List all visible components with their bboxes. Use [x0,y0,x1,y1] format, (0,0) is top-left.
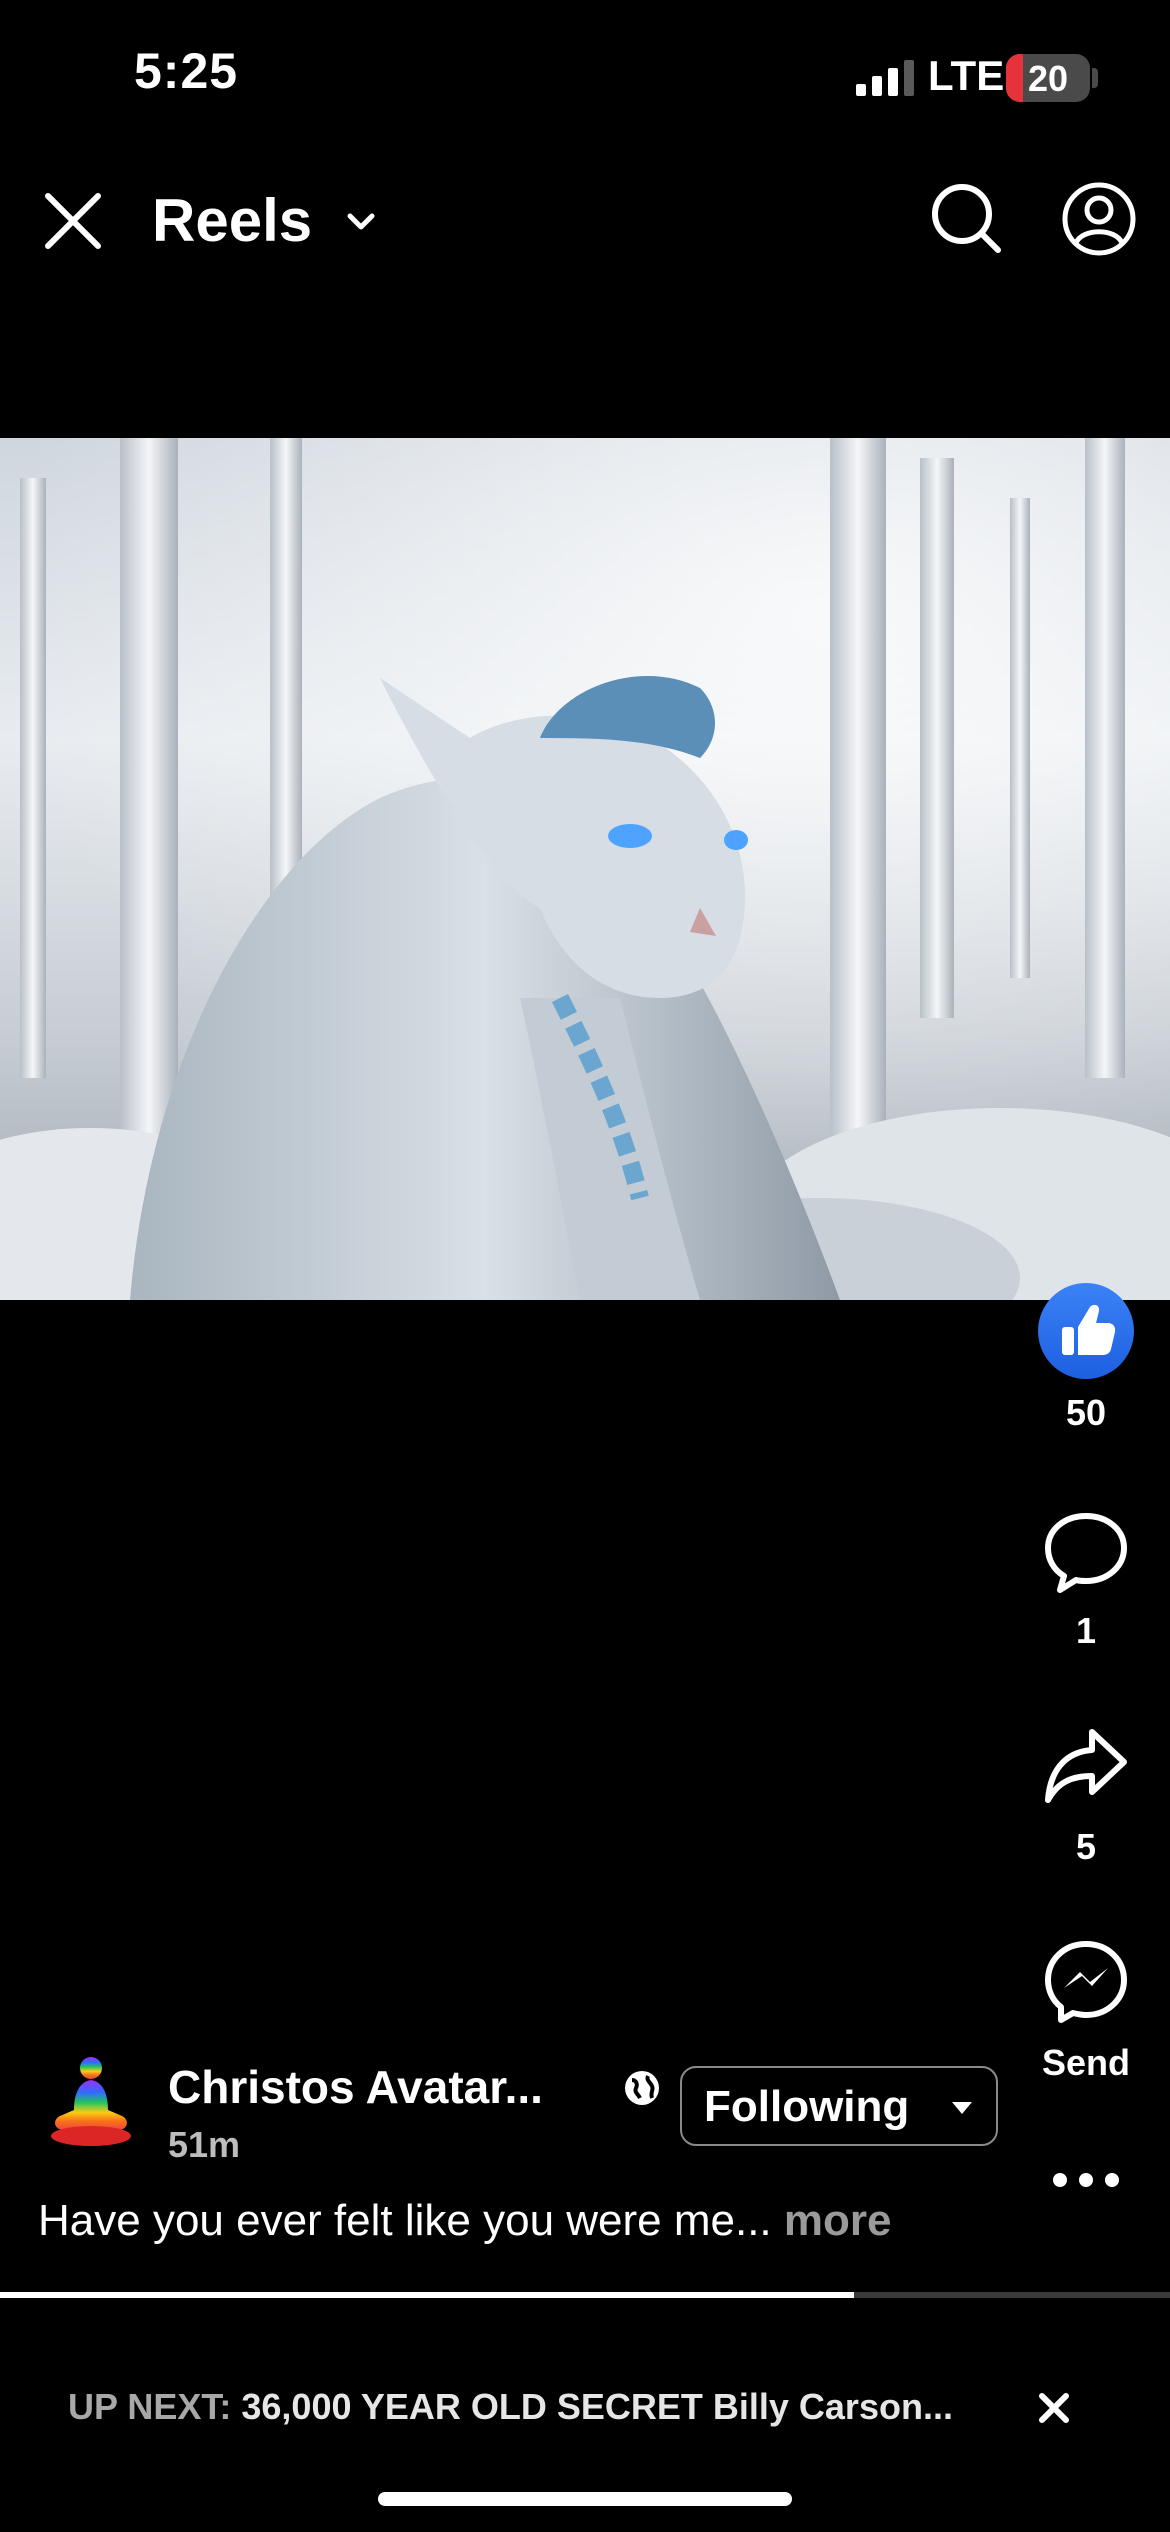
more-options-icon[interactable] [1050,2160,1122,2200]
thumbs-up-icon [1062,1304,1116,1355]
chevron-down-icon[interactable] [344,204,378,238]
comment-count: 1 [1075,1610,1097,1651]
battery-nub [1092,68,1098,88]
following-label: Following [704,2082,910,2131]
meditation-logo [51,2057,131,2146]
caption-text: Have you ever felt like you were me... [38,2196,772,2245]
following-button[interactable]: Following [680,2066,998,2146]
send-label[interactable]: Send [1026,2042,1146,2084]
video-frame [0,438,1170,1300]
page-title[interactable]: Reels [152,186,312,255]
more-link[interactable]: more [784,2196,892,2245]
like-count: 50 [1065,1392,1107,1433]
post-caption[interactable]: Have you ever felt like you were me... m… [38,2196,891,2246]
profile-icon[interactable] [1060,180,1138,258]
video-progress-fill [0,2292,855,2298]
signal-icon [856,60,914,96]
battery-level: 20 [1027,58,1069,99]
up-next-title: 36,000 YEAR OLD SECRET Billy Carson... [241,2386,953,2427]
battery-indicator: 20 [1006,54,1090,102]
video-progress[interactable] [0,2292,1170,2298]
post-time: 51m [168,2124,241,2165]
status-time: 5:25 [134,43,239,99]
share-count: 5 [1075,1826,1097,1867]
comment-icon[interactable] [1042,1508,1130,1596]
like-button[interactable] [1038,1283,1134,1379]
reel-video[interactable] [0,438,1170,1300]
caret-down-icon [952,2102,972,2114]
close-icon[interactable] [38,186,108,256]
messenger-icon[interactable] [1042,1938,1130,2026]
search-icon[interactable] [928,180,1006,258]
up-next-label: UP NEXT: [68,2386,232,2427]
author-name[interactable]: Christos Avatar... [168,2060,543,2114]
up-next-banner[interactable]: UP NEXT: 36,000 YEAR OLD SECRET Billy Ca… [68,2386,953,2428]
globe-icon [625,2071,659,2105]
network-type: LTE [928,52,1005,99]
home-indicator [378,2492,792,2506]
share-icon[interactable] [1042,1722,1130,1810]
close-icon[interactable] [1034,2388,1074,2428]
author-avatar[interactable] [38,2050,144,2156]
